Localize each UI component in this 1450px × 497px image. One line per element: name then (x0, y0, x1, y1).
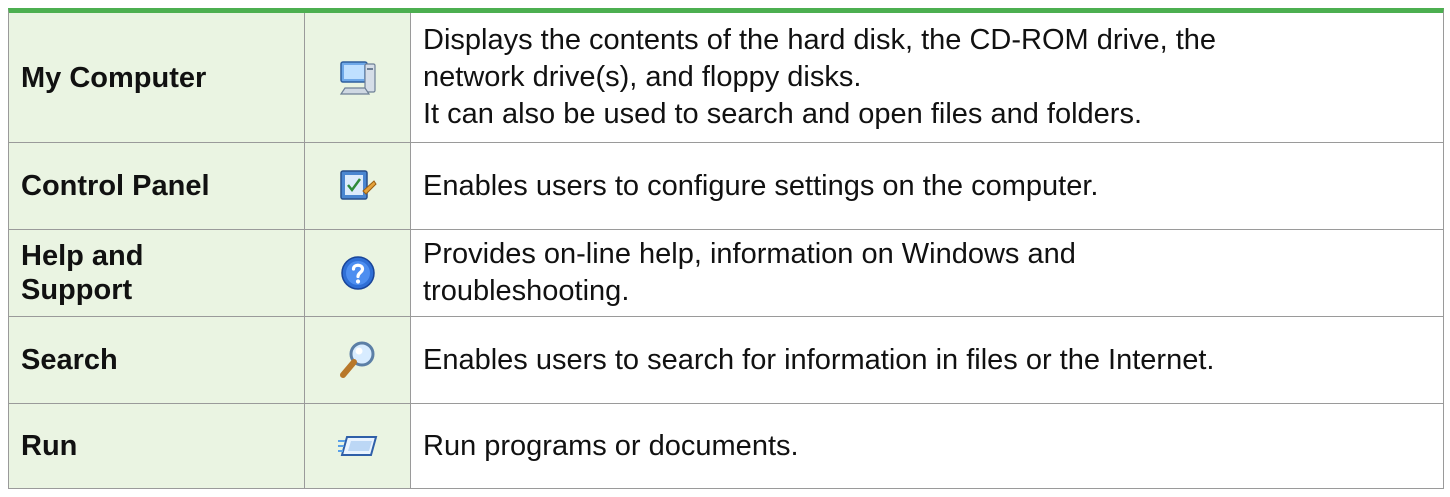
description-line: network drive(s), and floppy disks. (423, 61, 862, 93)
description-line: troubleshooting. (423, 275, 630, 307)
description-line: Displays the contents of the hard disk, … (423, 24, 1217, 56)
item-name-help-and-support: Help and Support (9, 230, 305, 316)
help-and-support-icon (340, 256, 375, 290)
start-menu-items-table: My Computer Displays the contents of the… (8, 8, 1444, 489)
search-icon (339, 341, 374, 378)
table-row-help-and-support: Help and Support Provides on-line help, … (9, 230, 1443, 317)
table-row-my-computer: My Computer Displays the contents of the… (9, 13, 1443, 143)
my-computer-icon (339, 60, 376, 95)
description-line: Enables users to configure settings on t… (423, 169, 1099, 202)
description-line: Provides on-line help, information on Wi… (423, 238, 1076, 270)
description-line: It can also be used to search and open f… (423, 98, 1143, 130)
item-name-search: Search (9, 317, 305, 403)
item-name-my-computer: My Computer (9, 13, 305, 142)
description-line: Run programs or documents. (423, 429, 799, 462)
run-icon (337, 436, 377, 456)
table-row-control-panel: Control Panel Enables users to configure… (9, 143, 1443, 230)
control-panel-icon (339, 170, 377, 200)
description-line: Enables users to search for information … (423, 343, 1215, 376)
table-row-run: Run Run programs or documents. (9, 404, 1443, 489)
item-name-run: Run (9, 404, 305, 488)
table-row-search: Search Enables users to search for infor… (9, 317, 1443, 404)
item-name-control-panel: Control Panel (9, 143, 305, 229)
